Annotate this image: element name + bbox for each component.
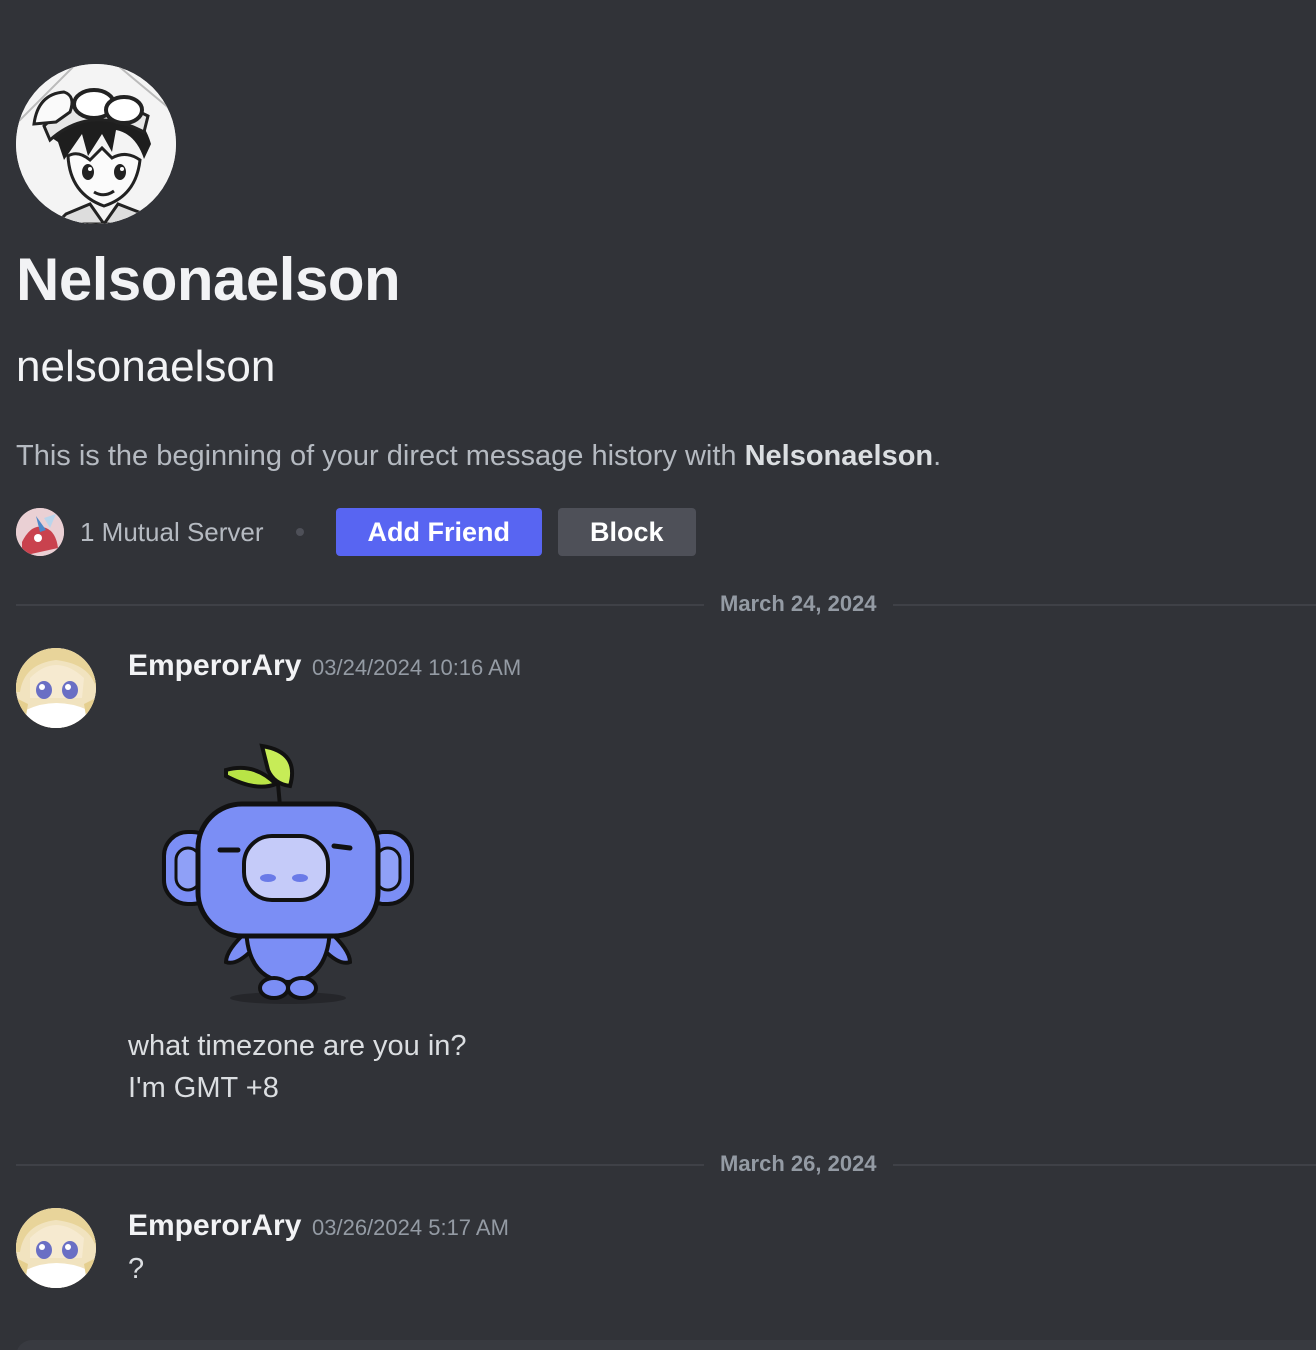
add-friend-button[interactable]: Add Friend [335, 508, 543, 556]
profile-avatar[interactable] [16, 64, 176, 224]
intro-name: Nelsonaelson [744, 440, 934, 472]
message-author[interactable]: EmperorAry [128, 1206, 301, 1246]
dm-channel: Nelsonaelson nelsonaelson This is the be… [0, 0, 1316, 1350]
message-composer[interactable] [16, 1340, 1316, 1350]
mutual-server-icon[interactable] [16, 508, 64, 556]
dm-intro-text: This is the beginning of your direct mes… [16, 436, 941, 476]
profile-username: nelsonaelson [16, 342, 276, 391]
message-line: what timezone are you in? [128, 1030, 467, 1062]
message-avatar[interactable] [16, 648, 96, 728]
intro-suffix: . [933, 440, 942, 472]
message-author[interactable]: EmperorAry [128, 646, 301, 686]
mutual-servers-link[interactable]: 1 Mutual Server [80, 517, 264, 548]
message-timestamp: 03/24/2024 10:16 AM [312, 655, 522, 680]
message-line: I'm GMT +8 [128, 1072, 279, 1104]
profile-display-name: Nelsonaelson [16, 246, 401, 313]
message-avatar[interactable] [16, 1208, 96, 1288]
wumpus-sticker[interactable] [128, 740, 448, 1010]
separator-dot [295, 528, 304, 536]
date-divider: March 24, 2024 [16, 590, 1316, 618]
anime-girl-avatar-icon [16, 648, 96, 728]
message-content: ? [128, 1248, 144, 1290]
date-divider-label: March 24, 2024 [704, 590, 893, 618]
profile-actions: 1 Mutual Server Add Friend Block [16, 508, 696, 556]
date-divider: March 26, 2024 [16, 1150, 1316, 1178]
manga-boy-avatar-icon [16, 64, 176, 224]
wumpus-icon [162, 743, 414, 1004]
message-line: ? [128, 1253, 145, 1285]
intro-prefix: This is the beginning of your direct mes… [16, 440, 745, 472]
block-button[interactable]: Block [558, 508, 696, 556]
date-divider-label: March 26, 2024 [704, 1150, 893, 1178]
anime-girl-avatar-icon [16, 1208, 96, 1288]
message-content: what timezone are you in? I'm GMT +8 [128, 1025, 467, 1109]
message-timestamp: 03/26/2024 5:17 AM [312, 1215, 509, 1240]
